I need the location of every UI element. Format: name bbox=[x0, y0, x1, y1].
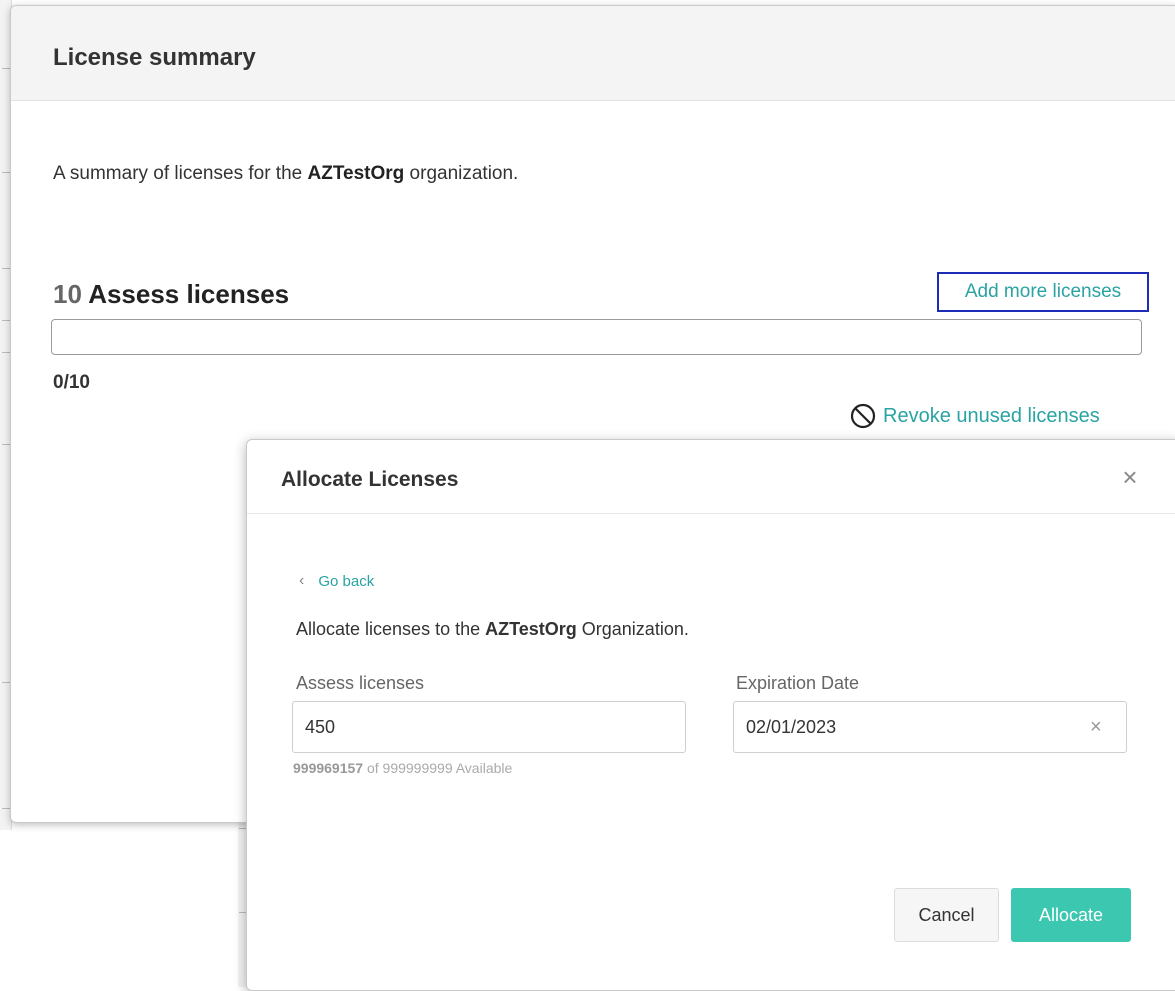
allocate-org-name: AZTestOrg bbox=[485, 619, 577, 639]
allocate-description: Allocate licenses to the AZTestOrg Organ… bbox=[296, 619, 689, 640]
license-count: 10 bbox=[53, 279, 82, 309]
assess-licenses-input[interactable] bbox=[292, 701, 686, 753]
revoke-unused-licenses-link[interactable]: Revoke unused licenses bbox=[849, 402, 1100, 430]
close-icon[interactable]: × bbox=[1118, 464, 1142, 490]
clear-date-icon[interactable]: × bbox=[1090, 717, 1102, 737]
allocate-button[interactable]: Allocate bbox=[1011, 888, 1131, 942]
license-type-label: Assess licenses bbox=[88, 279, 290, 309]
allocate-licenses-title: Allocate Licenses bbox=[281, 468, 459, 491]
allocate-licenses-header: Allocate Licenses × bbox=[247, 440, 1175, 514]
license-usage-progress-bar bbox=[51, 319, 1142, 355]
license-summary-description: A summary of licenses for the AZTestOrg … bbox=[53, 163, 518, 185]
license-summary-title: License summary bbox=[53, 44, 256, 71]
available-licenses-note: 999969157 of 999999999 Available bbox=[293, 760, 512, 776]
allocate-desc-suffix: Organization. bbox=[576, 619, 689, 639]
cancel-button[interactable]: Cancel bbox=[894, 888, 999, 942]
expiration-date-label: Expiration Date bbox=[736, 673, 860, 693]
allocate-licenses-modal: Allocate Licenses × ‹ Go back Allocate l… bbox=[246, 439, 1175, 991]
available-count: 999969157 bbox=[293, 760, 364, 776]
expiration-date-input[interactable] bbox=[733, 701, 1127, 753]
assess-licenses-label: Assess licenses bbox=[296, 673, 425, 693]
allocate-desc-prefix: Allocate licenses to the bbox=[296, 619, 486, 639]
chevron-left-icon: ‹ bbox=[299, 572, 305, 589]
go-back-label: Go back bbox=[318, 572, 375, 590]
license-type-heading: 10 Assess licenses bbox=[53, 279, 289, 310]
available-suffix: of 999999999 Available bbox=[363, 760, 513, 776]
go-back-link[interactable]: ‹ Go back bbox=[299, 572, 374, 590]
summary-org-name: AZTestOrg bbox=[307, 163, 405, 184]
summary-desc-suffix: organization. bbox=[404, 163, 519, 184]
add-more-licenses-link[interactable]: Add more licenses bbox=[937, 272, 1149, 312]
revoke-unused-licenses-label: Revoke unused licenses bbox=[883, 404, 1100, 427]
license-summary-header: License summary bbox=[11, 6, 1175, 101]
license-usage-label: 0/10 bbox=[53, 372, 90, 393]
prohibited-icon bbox=[850, 403, 876, 429]
summary-desc-prefix: A summary of licenses for the bbox=[53, 163, 308, 184]
